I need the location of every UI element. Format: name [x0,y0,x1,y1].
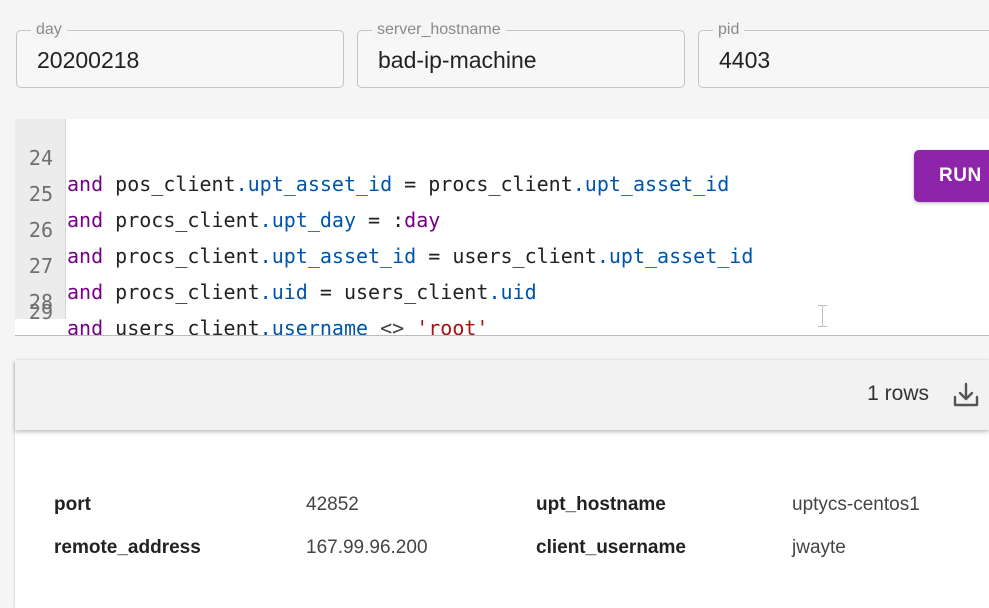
code-line: 26 and procs_client.upt_asset_id = users… [15,191,989,268]
field-value-port: 42852 [306,494,359,515]
field-value-upt-hostname: uptycs-centos1 [792,494,920,515]
field-key-client-username: client_username [536,537,686,558]
code-line: 27 and procs_client.uid = users_client.u… [15,227,989,304]
field-key-port: port [54,494,91,515]
param-field-pid[interactable]: pid 4403 [698,21,989,88]
code-line: 28 and users_client.username <> 'root' [15,263,989,335]
param-value-day[interactable]: 20200218 [37,47,139,73]
results-header: 1 rows [15,360,989,430]
download-icon[interactable] [951,380,981,410]
param-label-server-hostname: server_hostname [372,21,506,39]
param-field-day[interactable]: day 20200218 [16,21,344,88]
sql-editor[interactable]: 24 and pos_client.upt_asset_id = procs_c… [15,119,989,336]
param-field-server-hostname[interactable]: server_hostname bad-ip-machine [357,21,685,88]
param-label-pid: pid [713,21,745,39]
param-value-server-hostname[interactable]: bad-ip-machine [378,47,537,73]
text-cursor-icon [818,305,828,327]
field-value-client-username: jwayte [792,537,846,558]
code-line: 25 and procs_client.upt_day = :day [15,155,989,232]
code-line: 29 [15,299,989,335]
field-key-upt-hostname: upt_hostname [536,494,666,515]
field-value-remote-address: 167.99.96.200 [306,537,428,558]
field-key-remote-address: remote_address [54,537,201,558]
results-panel: 1 rows port 42852 remote_address 167.99.… [15,360,989,608]
param-value-pid[interactable]: 4403 [719,47,770,73]
param-label-day: day [31,21,67,39]
code-line: 24 and pos_client.upt_asset_id = procs_c… [15,119,989,196]
run-button[interactable]: RUN [914,150,989,202]
row-count: 1 rows [867,382,929,405]
line-number: 29 [28,300,53,324]
